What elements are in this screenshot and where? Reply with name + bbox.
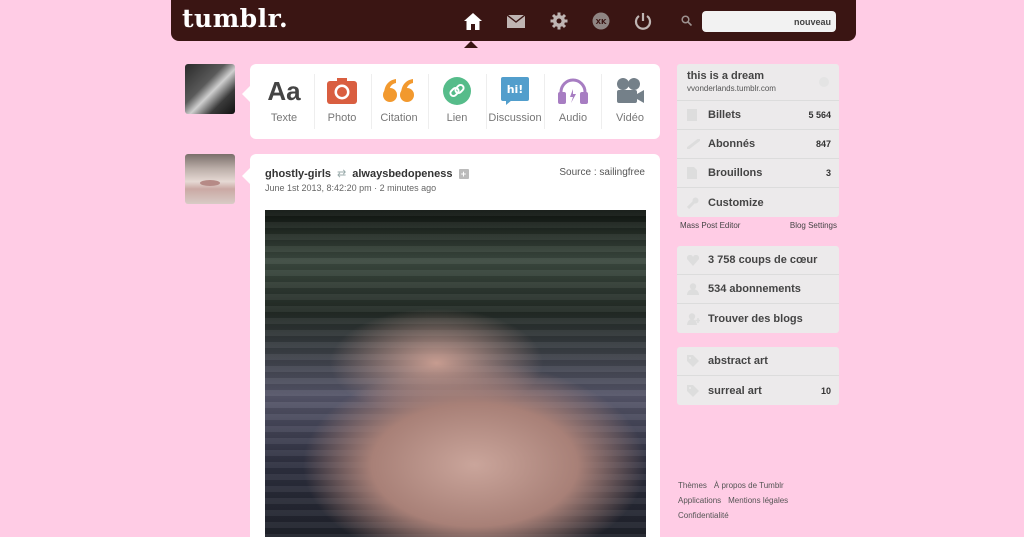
wrench-icon	[687, 197, 701, 209]
dashboard-post: ghostly-girls ⇄ alwaysbedopeness + June …	[242, 154, 660, 537]
activity-menu: 3 758 coups de cœur 534 abonnements Trou…	[677, 246, 839, 333]
headphones-icon	[544, 76, 602, 106]
post-type-video[interactable]: Vidéo	[601, 76, 659, 124]
text-icon: Aa	[267, 75, 301, 106]
xkit-icon[interactable]: XK	[590, 10, 612, 32]
followers-icon	[687, 138, 701, 150]
post-type-link[interactable]: Lien	[428, 76, 486, 124]
post-author-link[interactable]: ghostly-girls	[265, 168, 331, 180]
footer-link[interactable]: Confidentialité	[678, 511, 729, 520]
tag-icon	[687, 355, 701, 367]
following-icon	[687, 283, 701, 295]
sidebar-item-following[interactable]: 534 abonnements	[677, 275, 839, 304]
sidebar-item-tag[interactable]: surreal art 10	[677, 376, 839, 405]
post-type-text[interactable]: Aa Texte	[255, 75, 313, 125]
blog-header[interactable]: this is a dream vvonderlands.tumblr.com	[677, 64, 839, 101]
tracked-tags: abstract art surreal art 10	[677, 347, 839, 405]
blog-tools-links: Mass Post Editor Blog Settings	[680, 221, 837, 230]
drafts-icon	[687, 167, 701, 179]
post-photo[interactable]	[265, 210, 646, 537]
envelope-icon[interactable]	[505, 10, 527, 32]
reblog-icon: ⇄	[337, 168, 347, 180]
sidebar-item-followers[interactable]: Abonnés 847	[677, 130, 839, 159]
blog-settings-link[interactable]: Blog Settings	[790, 221, 837, 230]
top-bar: tumblr. XK	[171, 0, 856, 48]
gear-icon[interactable]	[548, 10, 570, 32]
blog-menu: this is a dream vvonderlands.tumblr.com …	[677, 64, 839, 217]
sidebar-item-drafts[interactable]: Brouillons 3	[677, 159, 839, 188]
post-date: June 1st 2013, 8:42:20 pm · 2 minutes ag…	[265, 183, 437, 193]
blog-title: this is a dream	[687, 70, 765, 82]
heart-icon	[687, 254, 701, 266]
post-type-selector: Aa Texte Photo Citation Lien hi! Discuss…	[242, 64, 660, 139]
blog-options-icon[interactable]	[819, 77, 829, 87]
sidebar-item-tag[interactable]: abstract art	[677, 347, 839, 376]
posts-icon	[687, 109, 701, 121]
video-camera-icon	[601, 76, 659, 106]
sidebar-item-likes[interactable]: 3 758 coups de cœur	[677, 246, 839, 275]
footer-link[interactable]: Applications	[678, 496, 721, 505]
footer-link[interactable]: À propos de Tumblr	[714, 481, 784, 490]
blog-url: vvonderlands.tumblr.com	[687, 84, 776, 93]
tumblr-logo[interactable]: tumblr.	[182, 4, 288, 33]
footer-link[interactable]: Thèmes	[678, 481, 707, 490]
post-type-photo[interactable]: Photo	[313, 76, 371, 124]
user-avatar[interactable]	[185, 64, 235, 114]
footer-links: Thèmes À propos de Tumblr Applications Men…	[678, 478, 838, 523]
search-input[interactable]	[702, 11, 836, 32]
svg-text:XK: XK	[596, 18, 607, 26]
post-type-audio[interactable]: Audio	[544, 76, 602, 124]
post-header: ghostly-girls ⇄ alwaysbedopeness +	[265, 167, 469, 180]
sidebar-item-customize[interactable]: Customize	[677, 188, 839, 217]
power-icon[interactable]	[632, 10, 654, 32]
camera-icon	[313, 76, 371, 106]
sidebar-item-find-blogs[interactable]: Trouver des blogs	[677, 304, 839, 333]
active-nav-caret	[464, 41, 478, 48]
follow-plus-icon[interactable]: +	[458, 168, 469, 179]
svg-text:hi!: hi!	[507, 83, 524, 96]
sidebar-item-posts[interactable]: Billets 5 564	[677, 101, 839, 130]
post-source-link[interactable]: Source : sailingfree	[559, 167, 645, 178]
home-icon[interactable]	[462, 10, 484, 32]
find-blogs-icon	[687, 312, 701, 325]
link-icon	[428, 76, 486, 106]
post-type-chat[interactable]: hi! Discussion	[486, 76, 544, 124]
footer-link[interactable]: Mentions légales	[728, 496, 788, 505]
reblogged-from-link[interactable]: alwaysbedopeness	[352, 168, 452, 180]
search-icon	[681, 13, 693, 31]
quote-icon	[370, 76, 428, 106]
chat-icon: hi!	[486, 76, 544, 106]
post-type-quote[interactable]: Citation	[370, 76, 428, 124]
post-author-avatar[interactable]	[185, 154, 235, 204]
mass-post-editor-link[interactable]: Mass Post Editor	[680, 221, 740, 230]
tag-icon	[687, 384, 701, 397]
